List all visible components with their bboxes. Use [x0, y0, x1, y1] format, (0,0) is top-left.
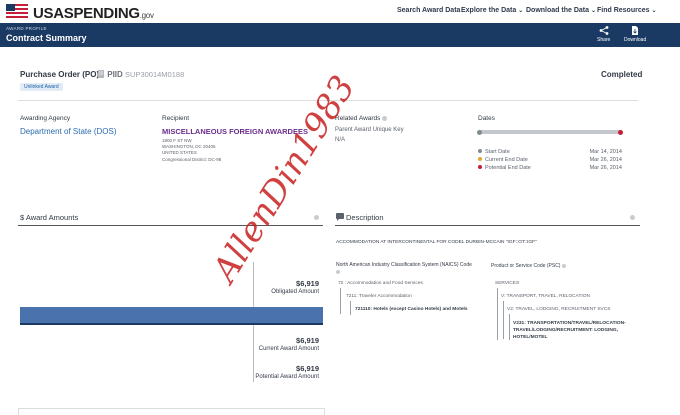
nav-search-award-data[interactable]: Search Award Data — [397, 7, 460, 14]
nav-download-the-data[interactable]: Download the Data ⌄ — [526, 7, 596, 14]
header-eyebrow: AWARD PROFILE — [6, 26, 47, 31]
nav-explore-the-data[interactable]: Explore the Data ⌄ — [461, 7, 523, 14]
start-marker — [477, 129, 482, 135]
dates-timeline — [477, 129, 623, 135]
naics-level-2: 7211: Traveler Accommodation — [346, 294, 412, 299]
unlinked-award-badge[interactable]: Unlinked Award — [20, 83, 63, 91]
dates-list: Start Date Mar 14, 2014 Current End Date… — [478, 148, 622, 172]
date-row-start: Start Date Mar 14, 2014 — [478, 148, 622, 156]
potential-amount-label: Potential Award Amount — [255, 374, 319, 380]
chevron-down-icon: ⌄ — [591, 8, 597, 14]
start-date-label: Start Date — [485, 149, 510, 155]
current-amount-label: Current Award Amount — [258, 346, 319, 352]
psc-label-text: Product or Service Code (PSC) — [491, 263, 561, 269]
psc-info-icon[interactable] — [561, 263, 566, 268]
chevron-down-icon: ⌄ — [518, 8, 524, 14]
obligated-amount-bar[interactable] — [20, 307, 323, 323]
recipient-label: Recipient — [162, 115, 190, 122]
dates-label: Dates — [478, 115, 495, 122]
flag-logo-icon — [6, 4, 28, 18]
share-icon — [599, 26, 609, 35]
share-label: Share — [597, 37, 611, 43]
parent-award-key-value: N/A — [335, 137, 346, 143]
congressional-district: Congressional District: DC-98 — [162, 157, 222, 162]
recipient-address: 1800 F ST NW WASHINGTON, DC 20405 UNITED… — [162, 138, 221, 163]
related-awards-label-text: Related Awards — [335, 115, 381, 122]
chevron-down-icon: ⌄ — [651, 8, 657, 14]
date-row-current-end: Current End Date Mar 26, 2014 — [478, 156, 622, 164]
naics-level-3: 721110: Hotels (except Casino Hotels) an… — [355, 307, 468, 312]
download-button[interactable]: Download — [624, 26, 646, 43]
start-date-dot — [478, 149, 482, 153]
speech-bubble-icon — [336, 213, 344, 221]
amounts-divider — [18, 225, 323, 226]
page-header — [0, 23, 680, 47]
site-logo[interactable]: USASPENDING.gov — [33, 5, 154, 22]
obligated-amount-value: $6,919 — [296, 279, 319, 288]
top-nav: USASPENDING.gov Search Award Data Explor… — [0, 0, 680, 23]
download-icon — [632, 26, 639, 35]
obligated-amount-label: Obligated Amount — [271, 289, 319, 295]
award-status: Completed — [601, 70, 643, 79]
description-title: Description — [346, 213, 384, 222]
related-awards-label: Related Awards — [335, 115, 388, 122]
awarding-agency-label: Awarding Agency — [20, 115, 71, 122]
divider — [18, 100, 638, 101]
potential-amount-value: $6,919 — [296, 364, 319, 373]
piid-label: PIID — [107, 70, 123, 79]
current-end-date-label: Current End Date — [485, 157, 528, 163]
description-divider — [335, 225, 640, 226]
award-amounts-info-icon[interactable] — [314, 215, 319, 220]
date-row-potential-end: Potential End Date Mar 26, 2014 — [478, 164, 622, 172]
potential-end-date-label: Potential End Date — [485, 165, 531, 171]
current-end-date-value: Mar 26, 2014 — [589, 157, 622, 163]
naics-label: North American Industry Classification S… — [336, 262, 476, 276]
download-label: Download — [624, 37, 647, 43]
potential-end-date-dot — [478, 165, 482, 169]
naics-tree-line — [340, 288, 341, 314]
naics-label-text: North American Industry Classification S… — [336, 262, 472, 268]
piid-value: SUP30014M0188 — [125, 70, 185, 79]
award-type: Purchase Order (PO) — [20, 70, 100, 79]
start-date-value: Mar 14, 2014 — [589, 149, 622, 155]
potential-end-date-value: Mar 26, 2014 — [589, 165, 622, 171]
psc-tree-line — [497, 288, 498, 340]
psc-level-2: V: TRANSPORT, TRAVEL, RELOCATION — [501, 294, 590, 299]
recipient-link[interactable]: MISCELLANEOUS FOREIGN AWARDEES — [162, 127, 308, 136]
psc-tree-line-2 — [503, 301, 504, 339]
info-icon[interactable] — [382, 115, 388, 121]
share-button[interactable]: Share — [597, 26, 610, 43]
naics-info-icon[interactable] — [336, 269, 340, 274]
award-amounts-title: $ Award Amounts — [20, 213, 79, 222]
psc-label: Product or Service Code (PSC) — [491, 263, 566, 269]
description-text: ACCOMMODATION AT INTERCONTINENTAL FOR CO… — [336, 240, 537, 245]
psc-level-4: V231: TRANSPORTATION/TRAVEL/RELOCATION-T… — [513, 321, 626, 340]
naics-tree-line-2 — [350, 301, 351, 315]
naics-level-1: 72 : Accommodation and Food Services — [338, 281, 423, 286]
handwritten-watermark: AllenDin1983 — [205, 68, 364, 290]
psc-tree-line-3 — [509, 314, 510, 340]
parent-award-key-label: Parent Award Unique Key — [335, 127, 404, 133]
awarding-agency-link[interactable]: Department of State (DOS) — [20, 127, 116, 136]
psc-level-1: SERVICES — [495, 281, 520, 286]
page-title: Contract Summary — [6, 33, 87, 43]
nav-find-resources[interactable]: Find Resources ⌄ — [597, 7, 657, 14]
piid-group: PIID SUP30014M0188 — [97, 70, 184, 79]
current-end-date-dot — [478, 157, 482, 161]
psc-level-3: V2: TRAVEL, LODGING, RECRUITMENT SVCS — [507, 307, 611, 312]
description-info-icon[interactable] — [630, 215, 635, 220]
current-amount-bar[interactable] — [20, 323, 323, 325]
end-marker — [618, 129, 623, 135]
timeline-progress — [478, 130, 622, 134]
address-line-3: UNITED STATES — [162, 150, 197, 155]
current-amount-value: $6,919 — [296, 336, 319, 345]
document-icon — [98, 70, 104, 78]
